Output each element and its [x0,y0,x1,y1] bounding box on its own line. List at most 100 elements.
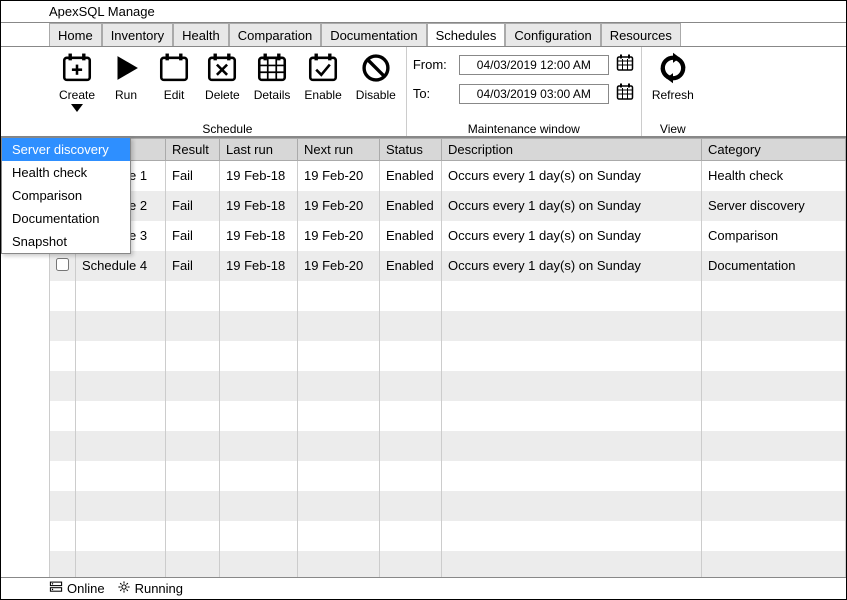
gear-icon [117,580,131,597]
table-row [50,401,846,431]
cell-status: Enabled [380,191,442,221]
dropdown-item-documentation[interactable]: Documentation [2,207,130,230]
online-label: Online [67,581,105,596]
cell-nextrun: 19 Feb-20 [298,221,380,251]
cell-nextrun: 19 Feb-20 [298,191,380,221]
schedule-table: Name Result Last run Next run Status Des… [49,138,846,577]
table-row[interactable]: Schedule 4Fail19 Feb-1819 Feb-20EnabledO… [50,251,846,281]
row-checkbox[interactable] [50,251,76,281]
dropdown-item-snapshot[interactable]: Snapshot [2,230,130,253]
statusbar: Online Running [1,577,846,599]
cell-category: Health check [702,161,846,191]
cell-description: Occurs every 1 day(s) on Sunday [442,221,702,251]
col-result[interactable]: Result [166,139,220,161]
tab-health[interactable]: Health [173,23,229,46]
maint-group-label: Maintenance window [468,122,580,136]
delete-button[interactable]: Delete [201,49,244,104]
table-row [50,281,846,311]
tab-configuration[interactable]: Configuration [505,23,600,46]
titlebar: ApexSQL Manage [1,1,846,23]
refresh-button[interactable]: Refresh [648,49,698,104]
status-online: Online [49,580,105,597]
create-button[interactable]: Create [55,49,99,114]
ribbon-group-view: Refresh View [642,47,704,136]
to-label: To: [413,86,453,101]
cell-category: Documentation [702,251,846,281]
cell-description: Occurs every 1 day(s) on Sunday [442,161,702,191]
server-icon [49,580,63,597]
calendar-check-icon [306,51,340,88]
edit-button[interactable]: Edit [153,49,195,104]
tab-schedules[interactable]: Schedules [427,23,506,46]
table-row[interactable]: Schedule 2Fail19 Feb-1819 Feb-20EnabledO… [50,191,846,221]
cell-status: Enabled [380,161,442,191]
table-row [50,311,846,341]
from-input[interactable] [459,55,609,75]
refresh-icon [656,51,690,88]
table-row [50,521,846,551]
create-dropdown: Server discovery Health check Comparison… [1,137,131,254]
schedule-grid: Name Result Last run Next run Status Des… [49,137,846,577]
cell-status: Enabled [380,221,442,251]
cell-status: Enabled [380,251,442,281]
enable-label: Enable [304,88,341,102]
cell-result: Fail [166,251,220,281]
disable-label: Disable [356,88,396,102]
chevron-down-icon [71,104,83,112]
run-button[interactable]: Run [105,49,147,104]
cell-result: Fail [166,161,220,191]
enable-button[interactable]: Enable [300,49,345,104]
calendar-picker-icon[interactable] [615,53,635,76]
dropdown-item-health-check[interactable]: Health check [2,161,130,184]
checkbox[interactable] [56,258,69,271]
calendar-picker-icon[interactable] [615,82,635,105]
edit-label: Edit [164,88,185,102]
cell-nextrun: 19 Feb-20 [298,161,380,191]
app-window: ApexSQL Manage Home Inventory Health Com… [0,0,847,600]
details-button[interactable]: Details [250,49,295,104]
table-row [50,341,846,371]
status-running: Running [117,580,183,597]
to-input[interactable] [459,84,609,104]
cell-category: Comparison [702,221,846,251]
calendar-plus-icon [60,51,94,88]
tab-comparation[interactable]: Comparation [229,23,321,46]
disable-button[interactable]: Disable [352,49,400,104]
col-lastrun[interactable]: Last run [220,139,298,161]
calendar-grid-icon [255,51,289,88]
delete-label: Delete [205,88,240,102]
refresh-label: Refresh [652,88,694,102]
table-row [50,371,846,401]
table-row[interactable]: Schedule 3Fail19 Feb-1819 Feb-20EnabledO… [50,221,846,251]
cell-lastrun: 19 Feb-18 [220,161,298,191]
cell-lastrun: 19 Feb-18 [220,191,298,221]
table-row[interactable]: Schedule 1Fail19 Feb-1819 Feb-20EnabledO… [50,161,846,191]
details-label: Details [254,88,291,102]
dropdown-item-comparison[interactable]: Comparison [2,184,130,207]
tab-home[interactable]: Home [49,23,102,46]
running-label: Running [135,581,183,596]
cell-description: Occurs every 1 day(s) on Sunday [442,251,702,281]
tab-inventory[interactable]: Inventory [102,23,173,46]
cell-lastrun: 19 Feb-18 [220,221,298,251]
dropdown-item-server-discovery[interactable]: Server discovery [2,138,130,161]
col-description[interactable]: Description [442,139,702,161]
maint-from-row: From: [413,53,635,76]
col-category[interactable]: Category [702,139,846,161]
tab-resources[interactable]: Resources [601,23,681,46]
cell-result: Fail [166,221,220,251]
header-row: Name Result Last run Next run Status Des… [50,139,846,161]
tab-documentation[interactable]: Documentation [321,23,426,46]
cell-category: Server discovery [702,191,846,221]
from-label: From: [413,57,453,72]
ribbon-tabs: Home Inventory Health Comparation Docume… [1,23,846,47]
run-label: Run [115,88,137,102]
view-group-label: View [660,122,686,136]
table-row [50,491,846,521]
cell-result: Fail [166,191,220,221]
col-status[interactable]: Status [380,139,442,161]
cell-name: Schedule 4 [76,251,166,281]
app-title: ApexSQL Manage [49,4,155,19]
schedule-group-label: Schedule [202,122,252,136]
col-nextrun[interactable]: Next run [298,139,380,161]
